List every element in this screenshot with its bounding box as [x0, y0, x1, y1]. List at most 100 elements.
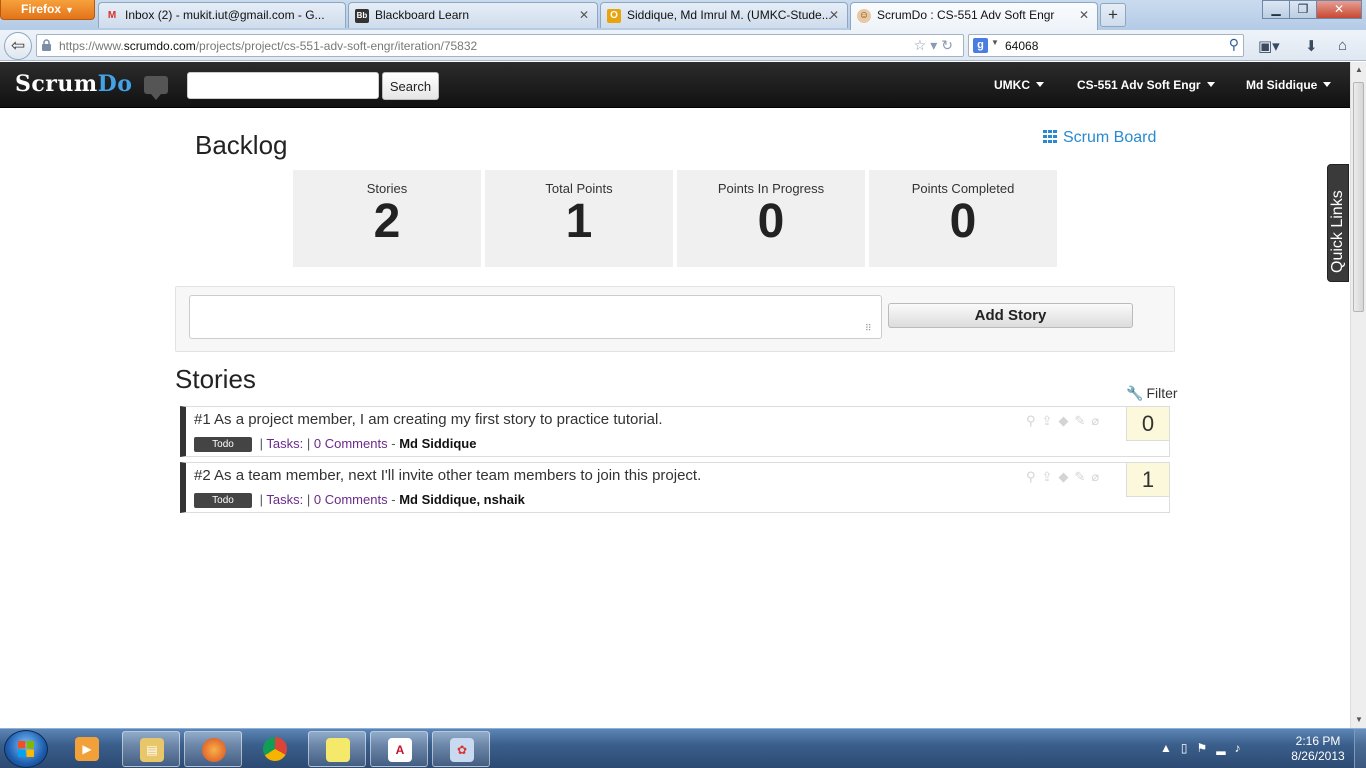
status-badge[interactable]: Todo [194, 437, 252, 452]
story-title[interactable]: #1 As a project member, I am creating my… [194, 411, 663, 428]
scroll-up-icon[interactable]: ▲ [1351, 62, 1366, 78]
window-close-button[interactable]: ✕ [1316, 0, 1362, 19]
search-icon[interactable]: ⚲ [1026, 413, 1042, 428]
action-center-flag-icon[interactable]: ⚑ [1197, 741, 1217, 755]
stat-label: Points In Progress [717, 181, 825, 196]
taskbar-paint[interactable]: ✿ [432, 731, 490, 767]
url-prefix: https://www. [59, 39, 124, 53]
story-card[interactable]: #1 As a project member, I am creating my… [180, 406, 1170, 457]
filter-link[interactable]: 🔧 Filter [1126, 385, 1178, 402]
user-menu-label: Md Siddique [1246, 78, 1318, 92]
home-icon[interactable]: ⌂ [1338, 37, 1347, 54]
story-points[interactable]: 1 [1126, 463, 1169, 497]
taskbar-firefox[interactable] [184, 731, 242, 767]
comments-link[interactable]: 0 Comments [314, 492, 388, 507]
close-icon[interactable]: ✕ [829, 8, 839, 22]
project-menu[interactable]: CS-551 Adv Soft Engr [1077, 78, 1215, 92]
url-bar[interactable]: https://www.scrumdo.com/projects/project… [36, 34, 964, 57]
downloads-icon[interactable]: ⬇ [1305, 37, 1318, 55]
sticky-notes-icon [326, 738, 350, 762]
stories-heading: Stories [175, 364, 256, 394]
tag-icon[interactable]: ◆ [1058, 469, 1074, 484]
close-icon[interactable]: ✕ [1079, 8, 1089, 22]
story-owners: Md Siddique [399, 436, 477, 451]
scrum-board-link[interactable]: Scrum Board [1043, 129, 1156, 147]
history-dropdown-icon[interactable]: ▾ [930, 37, 941, 53]
firefox-menu-button[interactable]: Firefox ▼ [0, 0, 95, 20]
app-search-input[interactable] [187, 72, 379, 99]
bookmarks-icon[interactable]: ▣▾ [1258, 37, 1280, 55]
attachment-icon[interactable]: ⌀ [1091, 413, 1105, 428]
scroll-down-icon[interactable]: ▼ [1351, 712, 1366, 728]
url-domain: scrumdo.com [123, 39, 196, 53]
url-text[interactable]: https://www.scrumdo.com/projects/project… [59, 39, 477, 53]
network-signal-icon[interactable]: ▂ [1216, 741, 1234, 755]
minimize-button[interactable]: ▁ [1262, 0, 1290, 19]
edit-icon[interactable]: ✎ [1074, 413, 1091, 428]
org-menu[interactable]: UMKC [994, 78, 1044, 92]
stat-total-points: Total Points 1 [485, 170, 673, 267]
story-title[interactable]: #2 As a team member, next I'll invite ot… [194, 467, 701, 484]
project-menu-label: CS-551 Adv Soft Engr [1077, 78, 1201, 92]
tab-outlook[interactable]: O Siddique, Md Imrul M. (UMKC-Stude... ✕ [600, 2, 848, 28]
search-button[interactable]: Search [382, 72, 439, 100]
share-icon[interactable]: ⇪ [1042, 469, 1059, 484]
tasks-link[interactable]: Tasks: [266, 492, 303, 507]
scrumdo-logo[interactable]: ScrumDo [15, 71, 132, 97]
story-card[interactable]: #2 As a team member, next I'll invite ot… [180, 462, 1170, 513]
tab-gmail[interactable]: M Inbox (2) - mukit.iut@gmail.com - G... [98, 2, 346, 28]
search-bar[interactable]: g ▼ 64068 ⚲ [968, 34, 1244, 57]
taskbar-explorer[interactable]: ▤ [122, 731, 180, 767]
search-icon[interactable]: ⚲ [1026, 469, 1042, 484]
show-hidden-icons-icon[interactable]: ▲ [1160, 741, 1181, 755]
add-story-button[interactable]: Add Story [888, 303, 1133, 328]
story-points[interactable]: 0 [1126, 407, 1169, 441]
chevron-down-icon [1323, 82, 1332, 87]
search-query[interactable]: 64068 [1005, 39, 1038, 53]
page-scrollbar[interactable]: ▲ ▼ [1350, 62, 1366, 728]
status-badge[interactable]: Todo [194, 493, 252, 508]
stat-stories: Stories 2 [293, 170, 481, 267]
filter-label: Filter [1146, 385, 1178, 401]
story-tools: ⚲⇪◆✎⌀ [1026, 469, 1105, 485]
resize-grip-icon[interactable]: ⠿ [865, 323, 872, 334]
arrow-left-icon: ⇦ [10, 36, 26, 55]
taskbar-media-player[interactable]: ▶ [58, 731, 116, 767]
new-story-textarea[interactable] [189, 295, 882, 339]
user-menu[interactable]: Md Siddique [1246, 78, 1332, 92]
chevron-down-icon [1036, 82, 1044, 87]
show-desktop-button[interactable] [1354, 729, 1366, 768]
edit-icon[interactable]: ✎ [1074, 469, 1091, 484]
outlook-icon: O [607, 9, 621, 23]
start-button[interactable] [4, 730, 48, 768]
reload-icon[interactable]: ↻ [941, 37, 957, 53]
tab-scrumdo[interactable]: ☺ ScrumDo : CS-551 Adv Soft Engr ✕ [850, 2, 1098, 30]
taskbar-sticky-notes[interactable] [308, 731, 366, 767]
maximize-button[interactable]: ❐ [1289, 0, 1317, 19]
stat-value: 0 [757, 195, 785, 248]
taskbar-clock[interactable]: 2:16 PM 8/26/2013 [1283, 734, 1353, 764]
device-icon[interactable]: ▯ [1181, 741, 1197, 755]
chat-bubble-icon[interactable] [144, 76, 168, 100]
bookmark-star-icon[interactable]: ☆ [914, 37, 931, 53]
google-icon[interactable]: g [973, 38, 988, 53]
tasks-link[interactable]: Tasks: [266, 436, 303, 451]
scrollbar-thumb[interactable] [1353, 82, 1364, 312]
stat-points-completed: Points Completed 0 [869, 170, 1057, 267]
tab-blackboard[interactable]: Bb Blackboard Learn ✕ [348, 2, 598, 28]
browser-titlebar: Firefox ▼ M Inbox (2) - mukit.iut@gmail.c… [0, 0, 1366, 30]
stat-value: 2 [373, 195, 401, 248]
close-icon[interactable]: ✕ [579, 8, 589, 22]
search-icon[interactable]: ⚲ [1229, 36, 1239, 53]
taskbar-chrome[interactable] [246, 731, 304, 767]
quick-links-tab[interactable]: Quick Links [1327, 164, 1349, 282]
comments-link[interactable]: 0 Comments [314, 436, 388, 451]
tag-icon[interactable]: ◆ [1058, 413, 1074, 428]
new-tab-button[interactable]: + [1100, 3, 1126, 27]
share-icon[interactable]: ⇪ [1042, 413, 1059, 428]
taskbar-acrobat[interactable]: A [370, 731, 428, 767]
chevron-down-icon[interactable]: ▼ [991, 38, 999, 47]
attachment-icon[interactable]: ⌀ [1091, 469, 1105, 484]
volume-icon[interactable]: ♪ [1235, 741, 1250, 755]
back-button[interactable]: ⇦ [4, 32, 32, 60]
